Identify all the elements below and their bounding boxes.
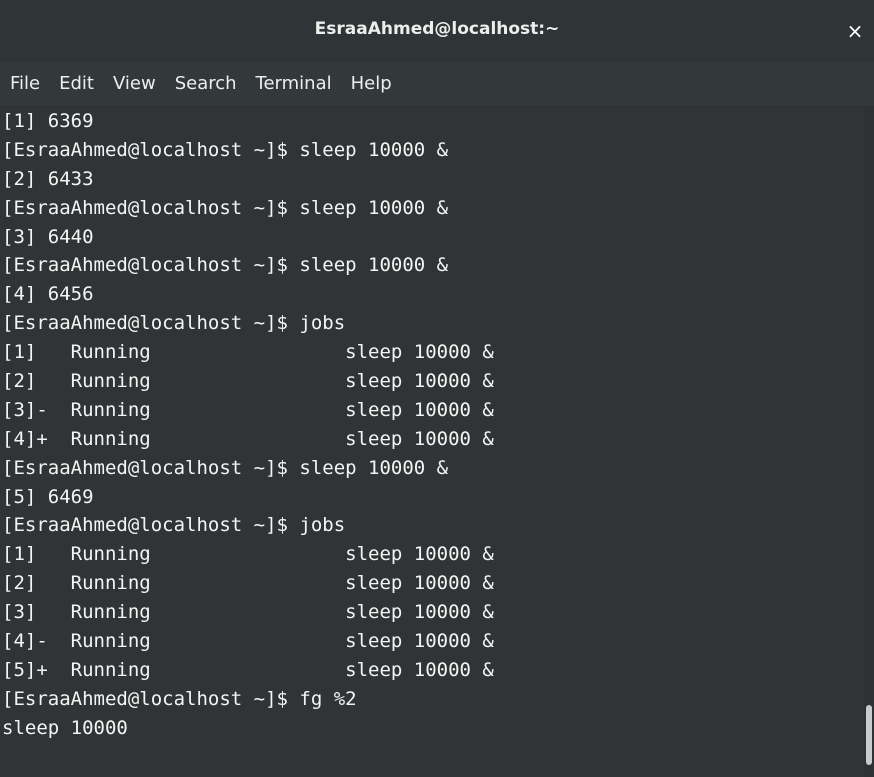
terminal-line: [1] Running sleep 10000 &	[2, 341, 494, 364]
terminal-line: [EsraaAhmed@localhost ~]$ jobs	[2, 514, 346, 537]
menu-search[interactable]: Search	[166, 62, 246, 106]
menu-view[interactable]: View	[104, 62, 165, 106]
terminal-line: [EsraaAhmed@localhost ~]$ sleep 10000 &	[2, 138, 449, 161]
terminal-line: [EsraaAhmed@localhost ~]$ jobs	[2, 312, 346, 335]
title-bar[interactable]: EsraaAhmed@localhost:~ ×	[0, 0, 874, 63]
terminal-window: EsraaAhmed@localhost:~ × File Edit View …	[0, 0, 874, 777]
terminal-line: sleep 10000	[2, 716, 128, 739]
terminal-line: [5]+ Running sleep 10000 &	[2, 658, 494, 681]
terminal-line: [5] 6469	[2, 485, 94, 508]
close-button[interactable]: ×	[842, 18, 868, 44]
terminal-line: [1] Running sleep 10000 &	[2, 543, 494, 566]
terminal-line: [2] Running sleep 10000 &	[2, 370, 494, 393]
menu-file[interactable]: File	[1, 62, 49, 106]
scrollbar-thumb[interactable]	[866, 705, 872, 765]
terminal-line: [2] 6433	[2, 167, 94, 190]
terminal-line: [4]- Running sleep 10000 &	[2, 630, 494, 653]
terminal-line: [1] 6369	[2, 110, 94, 132]
menu-help[interactable]: Help	[342, 62, 401, 106]
terminal-scrollbar[interactable]	[864, 107, 874, 777]
terminal-line: [EsraaAhmed@localhost ~]$ sleep 10000 &	[2, 254, 449, 277]
terminal-line: [EsraaAhmed@localhost ~]$ fg %2	[2, 687, 357, 710]
menu-terminal[interactable]: Terminal	[247, 62, 341, 106]
menu-bar: File Edit View Search Terminal Help	[0, 62, 874, 106]
terminal-line: [3] 6440	[2, 225, 94, 248]
terminal-line: [3] Running sleep 10000 &	[2, 601, 494, 624]
terminal-line: [EsraaAhmed@localhost ~]$ sleep 10000 &	[2, 196, 449, 219]
menu-edit[interactable]: Edit	[50, 62, 103, 106]
terminal-line: [4]+ Running sleep 10000 &	[2, 427, 494, 450]
terminal-line: [EsraaAhmed@localhost ~]$ sleep 10000 &	[2, 456, 449, 479]
terminal-line: [3]- Running sleep 10000 &	[2, 398, 494, 421]
window-title: EsraaAhmed@localhost:~	[314, 19, 560, 39]
terminal-line: [2] Running sleep 10000 &	[2, 572, 494, 595]
terminal-output[interactable]: [1] 6369 [EsraaAhmed@localhost ~]$ sleep…	[0, 107, 864, 777]
terminal-line: [4] 6456	[2, 283, 94, 306]
